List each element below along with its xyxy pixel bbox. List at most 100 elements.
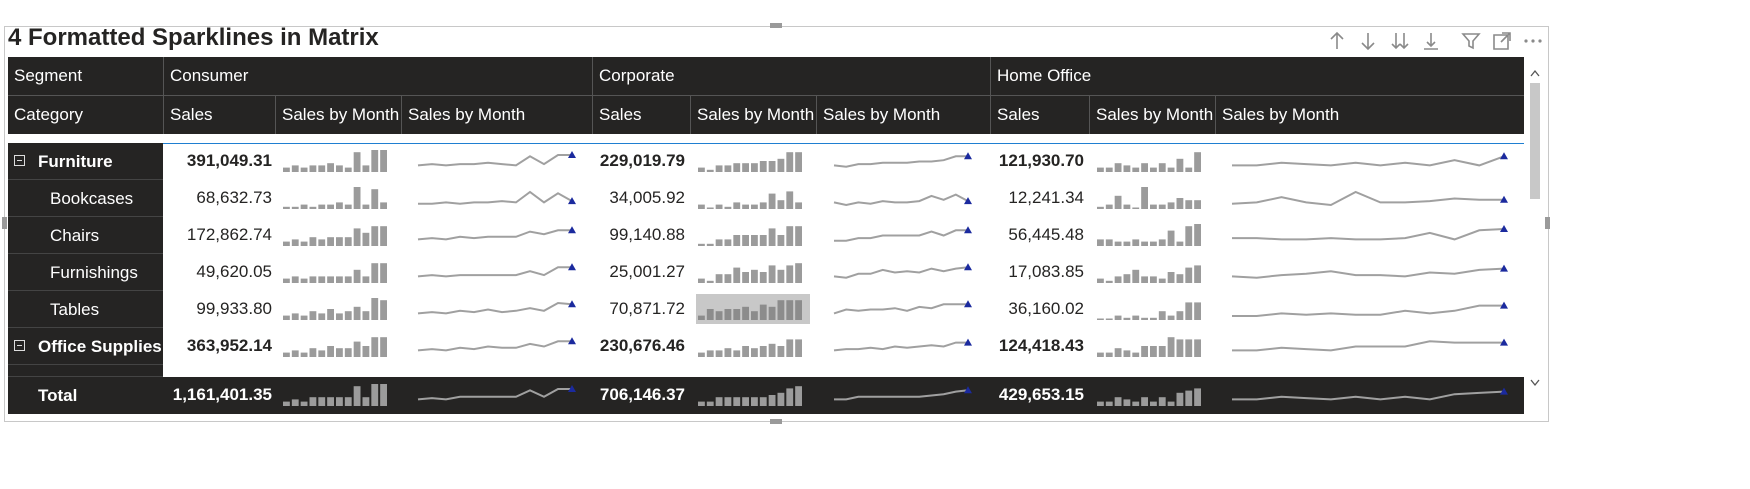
segment-column-header[interactable]: Segment: [8, 57, 163, 95]
sparkline-bar: [309, 276, 317, 283]
total-bar-sparkline[interactable]: [1095, 380, 1209, 410]
resize-handle-bottom[interactable]: [770, 419, 782, 424]
sales-value-cell[interactable]: 34,005.92: [555, 188, 685, 208]
segment-header-corporate[interactable]: Corporate: [592, 57, 990, 95]
sales-by-month-bar-sparkline[interactable]: [281, 331, 395, 361]
sort-ascending-icon[interactable]: [1326, 30, 1348, 52]
sales-value-cell[interactable]: 17,083.85: [954, 262, 1084, 282]
more-options-icon[interactable]: [1522, 30, 1544, 52]
resize-handle-top[interactable]: [770, 23, 782, 28]
sales-value-cell[interactable]: 36,160.02: [954, 299, 1084, 319]
sales-by-month-line-sparkline[interactable]: [1224, 257, 1514, 287]
sales-by-month-bar-sparkline[interactable]: [696, 257, 810, 287]
sales-value-cell[interactable]: 70,871.72: [555, 299, 685, 319]
row-header-tables[interactable]: Tables: [8, 291, 163, 328]
expand-all-down-icon[interactable]: [1389, 30, 1411, 52]
resize-handle-right[interactable]: [1545, 217, 1550, 229]
sales-by-month-line-sparkline[interactable]: [1224, 146, 1514, 176]
sales-by-month-bar-sparkline[interactable]: [696, 183, 810, 213]
sales-value-cell[interactable]: 229,019.79: [555, 151, 685, 171]
resize-handle-left[interactable]: [2, 217, 7, 229]
row-header-chairs[interactable]: Chairs: [8, 217, 163, 254]
sparkline-bar: [327, 237, 334, 246]
category-column-header[interactable]: Category: [8, 96, 163, 134]
measure-header-sales-by-month[interactable]: Sales by Month: [275, 96, 401, 134]
sales-value-cell[interactable]: 124,418.43: [954, 336, 1084, 356]
total-bar-sparkline[interactable]: [696, 380, 810, 410]
drill-down-icon[interactable]: [1420, 30, 1442, 52]
sparkline-bar: [698, 401, 705, 406]
sparkline-bar: [1105, 401, 1113, 406]
scrollbar-thumb[interactable]: [1530, 83, 1540, 199]
sales-by-month-bar-sparkline[interactable]: [696, 331, 810, 361]
measure-header-sales[interactable]: Sales: [163, 96, 275, 134]
measure-header-sales-by-month[interactable]: Sales by Month: [690, 96, 816, 134]
sparkline-bar: [751, 348, 758, 357]
sales-by-month-line-sparkline[interactable]: [1224, 294, 1514, 324]
sales-by-month-line-sparkline[interactable]: [1224, 183, 1514, 213]
sales-by-month-bar-sparkline[interactable]: [1095, 146, 1209, 176]
segment-header-home-office[interactable]: Home Office: [990, 57, 1524, 95]
sales-by-month-bar-sparkline[interactable]: [696, 146, 810, 176]
sparkline-bar: [318, 276, 326, 283]
sparkline-bar: [768, 193, 776, 209]
sales-by-month-bar-sparkline[interactable]: [1095, 220, 1209, 250]
focus-mode-icon[interactable]: [1491, 30, 1513, 52]
sales-value-cell[interactable]: 56,445.48: [954, 225, 1084, 245]
row-header-bookcases[interactable]: Bookcases: [8, 180, 163, 217]
sales-by-month-bar-sparkline[interactable]: [281, 146, 395, 176]
sales-by-month-bar-sparkline[interactable]: [696, 220, 810, 250]
sales-value-cell[interactable]: 49,620.05: [142, 262, 272, 282]
sales-by-month-bar-sparkline[interactable]: [696, 294, 810, 324]
measure-header-sales[interactable]: Sales: [990, 96, 1089, 134]
sales-by-month-line-sparkline[interactable]: [1224, 331, 1514, 361]
total-bar-sparkline[interactable]: [281, 380, 395, 410]
sparkline-bar: [1123, 350, 1131, 357]
row-header-furnishings[interactable]: Furnishings: [8, 254, 163, 291]
sales-by-month-bar-sparkline[interactable]: [281, 257, 395, 287]
sales-by-month-bar-sparkline[interactable]: [281, 294, 395, 324]
sales-value-cell[interactable]: 12,241.34: [954, 188, 1084, 208]
sales-value-cell[interactable]: 391,049.31: [142, 151, 272, 171]
row-header-office-supplies[interactable]: Office Supplies: [8, 328, 163, 365]
sparkline-bar: [1194, 339, 1201, 357]
measure-header-sales-by-month[interactable]: Sales by Month: [1089, 96, 1215, 134]
row-label: Chairs: [50, 226, 100, 245]
sales-by-month-bar-sparkline[interactable]: [281, 220, 395, 250]
total-row: Total 1,161,401.35 706,146.37 429,653.15: [8, 377, 1524, 414]
sales-value-cell[interactable]: 99,140.88: [555, 225, 685, 245]
sparkline-bar: [786, 191, 794, 209]
measure-header-sales-by-month[interactable]: Sales by Month: [816, 96, 990, 134]
sales-value-cell[interactable]: 68,632.73: [142, 188, 272, 208]
collapse-icon[interactable]: [14, 340, 25, 351]
filter-icon[interactable]: [1460, 30, 1482, 52]
total-sales-value-cell[interactable]: 1,161,401.35: [142, 385, 272, 405]
measure-header-sales[interactable]: Sales: [592, 96, 690, 134]
sort-descending-icon[interactable]: [1357, 30, 1379, 52]
sales-value-cell[interactable]: 172,862.74: [142, 225, 272, 245]
sales-value-cell[interactable]: 363,952.14: [142, 336, 272, 356]
sparkline-bar: [706, 169, 714, 172]
sparkline-bar: [706, 280, 714, 283]
sales-value-cell[interactable]: 99,933.80: [142, 299, 272, 319]
segment-header-consumer[interactable]: Consumer: [163, 57, 592, 95]
sparkline-bar: [698, 167, 705, 172]
total-sales-value-cell[interactable]: 706,146.37: [555, 385, 685, 405]
sales-value-cell[interactable]: 230,676.46: [555, 336, 685, 356]
total-line-sparkline[interactable]: [1224, 380, 1514, 410]
measure-header-sales-by-month[interactable]: Sales by Month: [401, 96, 592, 134]
sales-by-month-bar-sparkline[interactable]: [1095, 331, 1209, 361]
sales-value-cell[interactable]: 121,930.70: [954, 151, 1084, 171]
row-header-total[interactable]: Total: [8, 377, 163, 414]
sales-by-month-bar-sparkline[interactable]: [1095, 294, 1209, 324]
sales-by-month-bar-sparkline[interactable]: [281, 183, 395, 213]
total-sales-value-cell[interactable]: 429,653.15: [954, 385, 1084, 405]
measure-header-sales-by-month[interactable]: Sales by Month: [1215, 96, 1524, 134]
sales-by-month-line-sparkline[interactable]: [1224, 220, 1514, 250]
sparkline-bar: [300, 401, 308, 406]
sales-by-month-bar-sparkline[interactable]: [1095, 183, 1209, 213]
row-header-furniture[interactable]: Furniture: [8, 143, 163, 180]
sales-by-month-bar-sparkline[interactable]: [1095, 257, 1209, 287]
sales-value-cell[interactable]: 25,001.27: [555, 262, 685, 282]
collapse-icon[interactable]: [14, 155, 25, 166]
